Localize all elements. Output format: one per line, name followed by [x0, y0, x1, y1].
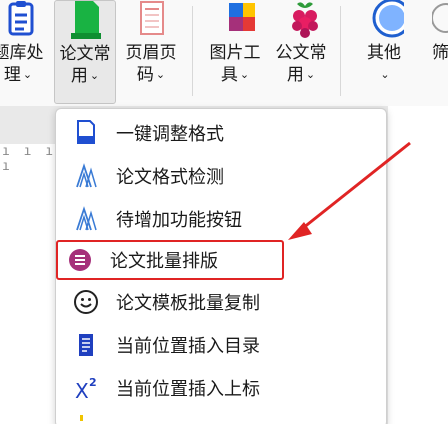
red-pointer-arrow: [288, 141, 411, 240]
